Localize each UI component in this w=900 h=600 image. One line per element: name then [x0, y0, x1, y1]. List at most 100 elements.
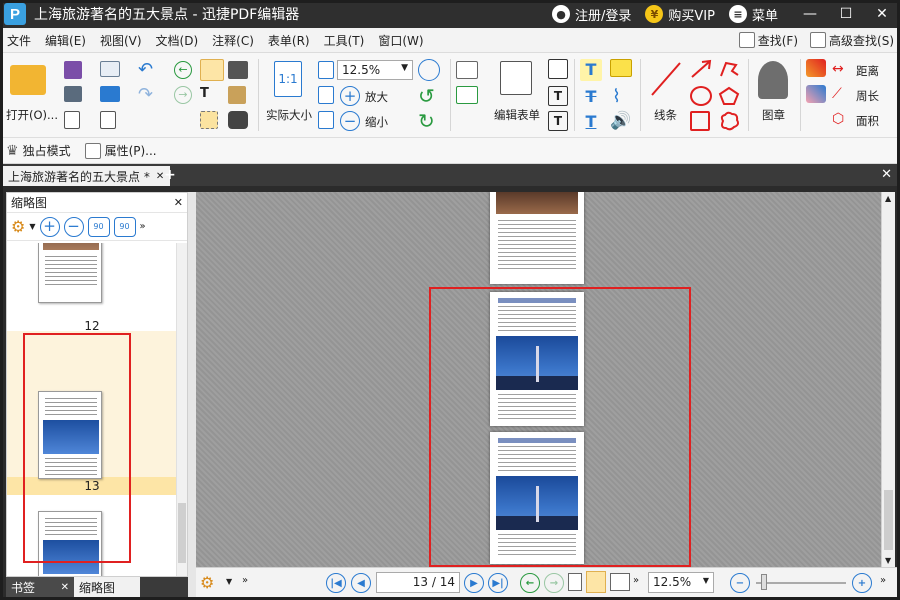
menu-tools[interactable]: 工具(T) — [317, 32, 372, 49]
close-panel-icon[interactable]: ✕ — [174, 196, 183, 209]
last-page-button[interactable]: ▶| — [488, 573, 508, 593]
menu-window[interactable]: 窗口(W) — [371, 32, 430, 49]
fit-page-icon[interactable] — [318, 61, 334, 79]
hand-tool-icon[interactable] — [200, 59, 224, 81]
ellipse-tool-icon[interactable] — [690, 86, 712, 106]
document-view[interactable] — [196, 192, 881, 567]
cloud-tool-icon[interactable] — [718, 111, 740, 131]
snapshot-camera-icon[interactable] — [228, 61, 248, 79]
select-text-icon[interactable]: T — [200, 86, 220, 104]
chevron-down-icon[interactable]: ▼ — [226, 577, 232, 586]
save-icon[interactable] — [64, 61, 82, 79]
eraser-icon[interactable] — [806, 85, 826, 103]
menu-document[interactable]: 文档(D) — [149, 32, 206, 49]
thumbnail-scrollbar[interactable] — [176, 243, 187, 576]
zoom-slider-handle[interactable] — [761, 574, 767, 590]
menu-view[interactable]: 视图(V) — [93, 32, 149, 49]
maximize-button[interactable]: ☐ — [828, 0, 864, 28]
close-tab-icon[interactable]: ✕ — [61, 582, 69, 593]
settings-gear-icon[interactable]: ⚙ — [11, 217, 25, 236]
export-icon[interactable] — [64, 111, 80, 129]
select-area-icon[interactable] — [200, 111, 218, 129]
zoom-select[interactable]: 12.5% ▼ — [337, 60, 413, 80]
advanced-find-button[interactable]: 高级查找(S) — [804, 32, 900, 49]
double-chevron-down-icon[interactable]: » — [633, 575, 639, 586]
text-field-icon[interactable] — [456, 61, 478, 79]
typewriter-icon[interactable]: T — [580, 59, 602, 81]
back-icon[interactable]: ← — [174, 61, 192, 79]
previous-page-button[interactable]: ◀ — [351, 573, 371, 593]
main-menu-button[interactable]: ≡ 菜单 — [728, 5, 778, 24]
forward-view-button[interactable]: → — [544, 573, 564, 593]
close-document-icon[interactable]: ✕ — [881, 167, 892, 182]
buy-vip-button[interactable]: ¥ 购买VIP — [645, 5, 715, 24]
print-icon[interactable] — [64, 86, 82, 102]
clipboard-icon[interactable] — [228, 86, 246, 104]
zoom-in-button[interactable]: + — [852, 573, 872, 593]
settings-gear-icon[interactable]: ⚙ — [200, 573, 214, 592]
barcode-icon[interactable] — [548, 59, 568, 79]
attachment-icon[interactable]: ⌇ — [612, 86, 628, 108]
properties-button[interactable]: 属性(P)... — [84, 142, 157, 159]
zoom-slider-track[interactable] — [756, 582, 846, 584]
bookmarks-tab[interactable]: 书签 ✕ — [6, 577, 74, 597]
underline-icon[interactable]: T — [580, 111, 602, 133]
undo-icon[interactable]: ↶ — [138, 61, 158, 79]
close-tab-icon[interactable]: ✕ — [156, 171, 164, 182]
stamp-button[interactable]: 图章 — [752, 59, 796, 131]
facing-pages-icon[interactable] — [610, 573, 630, 591]
menu-file[interactable]: 文件 — [0, 32, 38, 49]
scroll-up-icon[interactable]: ▲ — [885, 194, 891, 203]
open-button[interactable]: 打开(O)... — [6, 61, 58, 131]
register-login-button[interactable]: ● 注册/登录 — [552, 5, 631, 24]
fit-width-icon[interactable] — [318, 86, 334, 104]
find-button[interactable]: 查找(F) — [733, 32, 804, 49]
scroll-down-icon[interactable]: ▼ — [885, 556, 891, 565]
shrink-thumbnail-button[interactable]: − — [63, 216, 84, 237]
double-chevron-down-icon[interactable]: » — [242, 575, 248, 586]
rotate-right-icon[interactable]: ↻ — [418, 111, 438, 131]
redo-icon[interactable]: ↷ — [138, 86, 158, 104]
rectangle-tool-icon[interactable] — [690, 111, 710, 131]
email-icon[interactable] — [100, 61, 120, 77]
forward-icon[interactable]: → — [174, 86, 192, 104]
exclusive-mode-button[interactable]: ♛ 独占模式 — [6, 142, 71, 159]
actual-size-button[interactable]: 1:1 实际大小 — [264, 61, 314, 131]
next-page-button[interactable]: ▶ — [464, 573, 484, 593]
edit-form-button[interactable]: 编辑表单 — [494, 61, 542, 131]
textbox-field-icon[interactable]: T — [548, 86, 568, 106]
rotate-left-icon[interactable]: ↺ — [418, 86, 438, 106]
add-field-icon[interactable] — [456, 86, 478, 104]
minimize-button[interactable]: — — [792, 0, 828, 28]
enlarge-thumbnail-button[interactable]: + — [39, 216, 60, 237]
thumbnail-page-12[interactable] — [38, 243, 102, 303]
document-scrollbar[interactable]: ▲ ▼ — [881, 192, 895, 567]
sound-icon[interactable]: 🔊 — [610, 111, 632, 133]
rotate-left-90-icon[interactable]: 90 — [87, 216, 110, 237]
arrow-tool-icon[interactable] — [690, 59, 712, 79]
page-number-field[interactable]: 13 / 14 — [376, 572, 460, 593]
strikeout-icon[interactable]: T — [580, 86, 602, 108]
fit-visible-icon[interactable] — [318, 111, 334, 129]
thumbnails-tab[interactable]: 缩略图 — [74, 577, 140, 597]
document-tab[interactable]: 上海旅游著名的五大景点 * ✕ — [2, 166, 171, 186]
back-view-button[interactable]: ← — [520, 573, 540, 593]
binoculars-icon[interactable] — [228, 111, 248, 129]
first-page-button[interactable]: |◀ — [326, 573, 346, 593]
polyline-tool-icon[interactable] — [718, 59, 740, 79]
menu-comment[interactable]: 注释(C) — [205, 32, 261, 49]
menu-edit[interactable]: 编辑(E) — [38, 32, 93, 49]
thumbnail-scrollbar-thumb[interactable] — [178, 503, 186, 563]
new-document-icon[interactable] — [100, 111, 116, 129]
pencil-icon[interactable] — [806, 59, 826, 77]
panel-splitter[interactable] — [188, 192, 196, 597]
polygon-tool-icon[interactable] — [718, 86, 740, 106]
single-page-icon[interactable] — [568, 573, 582, 591]
zoom-field[interactable]: 12.5% ▼ — [648, 572, 714, 593]
new-tab-icon[interactable]: + — [164, 167, 176, 183]
note-icon[interactable] — [610, 59, 632, 77]
close-window-button[interactable]: ✕ — [864, 0, 900, 28]
continuous-page-icon[interactable] — [586, 571, 606, 593]
zoom-tool-icon[interactable] — [418, 59, 440, 81]
text-markup-icon[interactable]: T — [548, 111, 568, 131]
